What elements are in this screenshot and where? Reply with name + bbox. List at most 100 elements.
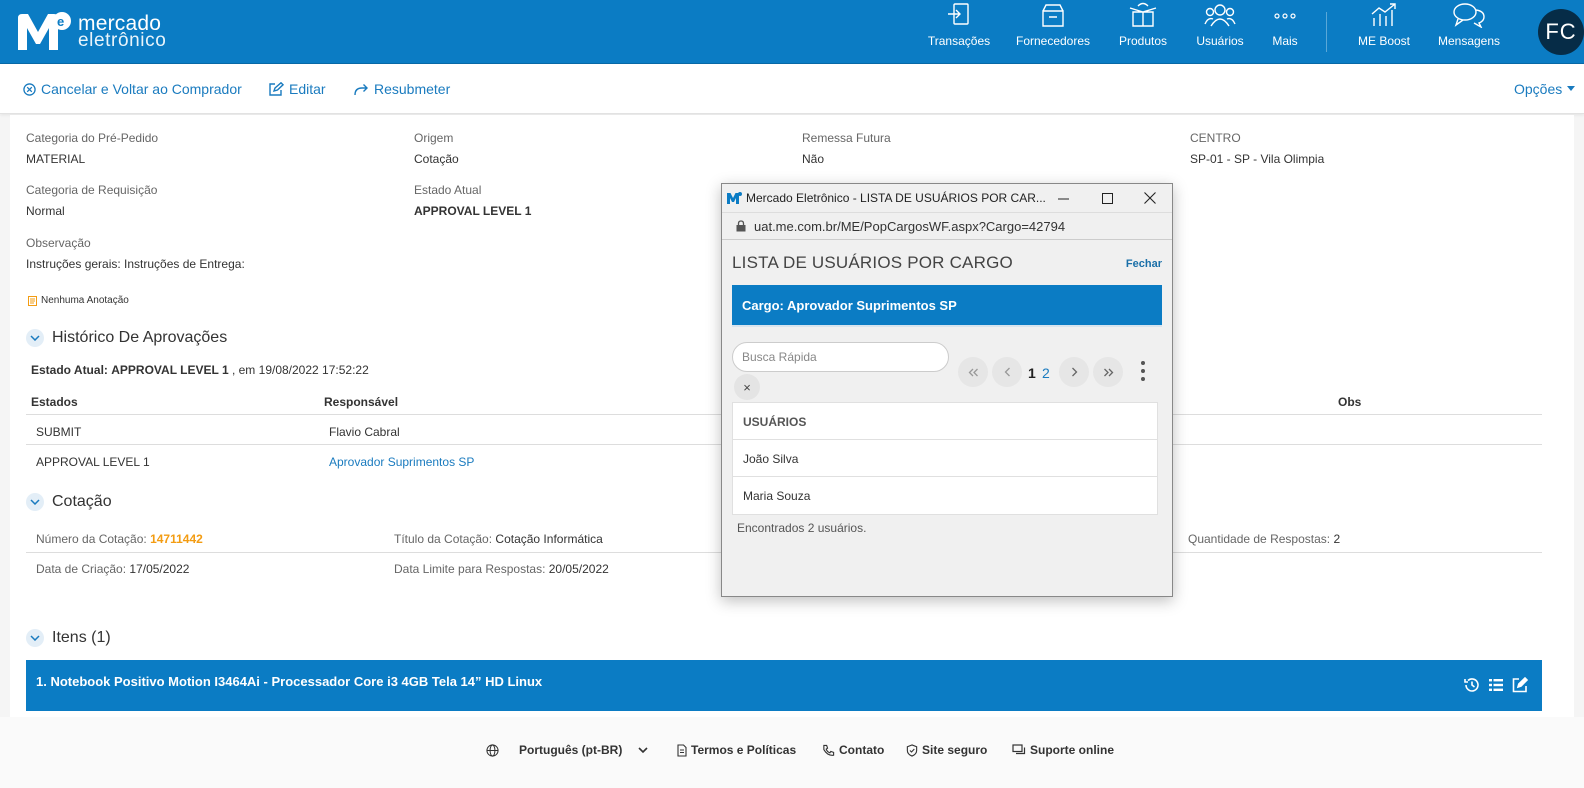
history-title: Histórico De Aprovações bbox=[52, 329, 228, 346]
cotacao-titulo-value: Cotação Informática bbox=[495, 532, 603, 546]
nav-fornecedores[interactable]: Fornecedores bbox=[1015, 0, 1091, 52]
nav-mensagens[interactable]: Mensagens bbox=[1437, 0, 1501, 52]
nav-transacoes[interactable]: Transações bbox=[927, 0, 991, 52]
chevron-down-icon bbox=[26, 493, 44, 511]
origem-value: Cotação bbox=[414, 152, 459, 166]
users-list: USUÁRIOS João Silva Maria Souza bbox=[732, 402, 1158, 515]
origem-label: Origem bbox=[414, 131, 454, 145]
user-avatar[interactable]: FC bbox=[1538, 9, 1584, 55]
estado-value: APPROVAL LEVEL 1 bbox=[414, 204, 532, 218]
nav-label: Mais bbox=[1272, 34, 1298, 48]
cargo-bar: Cargo: Aprovador Suprimentos SP bbox=[732, 285, 1162, 327]
action-bar: Cancelar e Voltar ao Comprador Editar Re… bbox=[0, 64, 1584, 114]
window-close-button[interactable] bbox=[1128, 184, 1172, 212]
cotacao-criacao: Data de Criação: 17/05/2022 bbox=[36, 562, 189, 576]
secure-site-label: Site seguro bbox=[922, 743, 988, 757]
annotation-label: Nenhuma Anotação bbox=[41, 295, 129, 306]
list-icon[interactable] bbox=[1488, 677, 1504, 693]
last-page-button[interactable] bbox=[1093, 357, 1123, 387]
history-icon[interactable] bbox=[1464, 677, 1480, 693]
double-chevron-right-icon bbox=[1103, 368, 1113, 376]
edit-button[interactable]: Editar bbox=[269, 81, 326, 97]
footer: Português (pt-BR) Termos e Políticas Con… bbox=[0, 717, 1584, 788]
contact-link[interactable]: Contato bbox=[822, 743, 884, 757]
annotation-link[interactable]: Nenhuma Anotação bbox=[28, 295, 129, 306]
nav-usuarios[interactable]: Usuários bbox=[1195, 0, 1245, 52]
popup-close-link[interactable]: Fechar bbox=[1126, 258, 1162, 270]
resubmit-button[interactable]: Resubmeter bbox=[354, 81, 450, 97]
cotacao-titulo: Título da Cotação: Cotação Informática bbox=[394, 532, 603, 546]
history-row-2-responsavel-link[interactable]: Aprovador Suprimentos SP bbox=[329, 455, 474, 469]
cotacao-qtd-value: 2 bbox=[1333, 532, 1341, 546]
top-navbar: e mercado eletrônico Transações Forneced… bbox=[0, 0, 1584, 64]
categoria-pre-label: Categoria do Pré-Pedido bbox=[26, 131, 159, 145]
cotacao-limite-value: 20/05/2022 bbox=[548, 562, 609, 576]
nav-label: Transações bbox=[927, 34, 991, 48]
list-item[interactable]: Maria Souza bbox=[733, 477, 1157, 514]
cotacao-numero: Número da Cotação: 14711442 bbox=[36, 532, 203, 546]
chart-icon bbox=[1371, 3, 1396, 26]
users-icon bbox=[1204, 4, 1236, 27]
centro-value: SP-01 - SP - Vila Olimpia bbox=[1190, 152, 1325, 166]
history-row-2-estado: APPROVAL LEVEL 1 bbox=[36, 455, 150, 469]
mercado-eletronico-favicon-icon bbox=[727, 192, 742, 204]
item-title: 1. Notebook Positivo Motion I3464Ai - Pr… bbox=[36, 674, 543, 689]
list-item[interactable]: João Silva bbox=[733, 440, 1157, 477]
popup-body: LISTA DE USUÁRIOS POR CARGO Fechar Cargo… bbox=[722, 241, 1172, 596]
kebab-menu-icon[interactable] bbox=[1140, 361, 1146, 381]
maximize-icon bbox=[1101, 192, 1113, 204]
categoria-pre-value: MATERIAL bbox=[26, 152, 86, 166]
first-page-button[interactable] bbox=[958, 357, 988, 387]
col-estados: Estados bbox=[31, 395, 78, 409]
cotacao-numero-label: Número da Cotação: bbox=[36, 532, 147, 546]
options-dropdown[interactable]: Opções bbox=[1514, 81, 1576, 97]
nav-mais[interactable]: Mais bbox=[1270, 0, 1300, 52]
chevron-down-icon bbox=[26, 629, 44, 647]
double-chevron-left-icon bbox=[968, 368, 978, 376]
popup-address-bar[interactable]: uat.me.com.br/ME/PopCargosWF.aspx?Cargo=… bbox=[722, 212, 1172, 240]
history-status: Estado Atual: APPROVAL LEVEL 1 , em 19/0… bbox=[31, 363, 369, 377]
mercado-eletronico-logo-icon: e bbox=[16, 12, 72, 52]
cotacao-numero-link[interactable]: 14711442 bbox=[150, 532, 203, 546]
cotacao-limite-label: Data Limite para Respostas: bbox=[394, 562, 546, 576]
col-obs: Obs bbox=[1338, 395, 1362, 409]
cotacao-qtd: Quantidade de Respostas: 2 bbox=[1188, 532, 1340, 546]
cotacao-section-toggle[interactable]: Cotação bbox=[26, 493, 112, 511]
terms-label: Termos e Políticas bbox=[691, 743, 797, 757]
history-section-toggle[interactable]: Histórico De Aprovações bbox=[26, 329, 227, 347]
logo[interactable]: e mercado eletrônico bbox=[16, 12, 166, 52]
centro-label: CENTRO bbox=[1190, 131, 1241, 145]
terms-link[interactable]: Termos e Políticas bbox=[677, 743, 796, 757]
edit-icon[interactable] bbox=[1512, 677, 1528, 693]
chevron-down-icon bbox=[638, 746, 648, 753]
clear-search-button[interactable]: × bbox=[734, 374, 760, 400]
cotacao-criacao-label: Data de Criação: bbox=[36, 562, 127, 576]
online-support-link[interactable]: Suporte online bbox=[1012, 743, 1114, 757]
nav-label: Produtos bbox=[1118, 34, 1168, 48]
secure-site-link[interactable]: Site seguro bbox=[906, 743, 987, 757]
item-row[interactable]: 1. Notebook Positivo Motion I3464Ai - Pr… bbox=[26, 660, 1542, 711]
categoria-req-label: Categoria de Requisição bbox=[26, 183, 158, 197]
edit-icon bbox=[269, 82, 284, 96]
itens-section-toggle[interactable]: Itens (1) bbox=[26, 629, 111, 647]
cancel-return-button[interactable]: Cancelar e Voltar ao Comprador bbox=[23, 81, 242, 97]
page-1-button[interactable]: 1 bbox=[1028, 365, 1036, 381]
minimize-button[interactable] bbox=[1041, 184, 1085, 212]
col-responsavel: Responsável bbox=[324, 395, 399, 409]
popup-window-title: Mercado Eletrônico - LISTA DE USUÁRIOS P… bbox=[746, 191, 1046, 205]
page-2-button[interactable]: 2 bbox=[1042, 365, 1050, 381]
prev-page-button[interactable] bbox=[992, 357, 1022, 387]
nav-produtos[interactable]: Produtos bbox=[1118, 0, 1168, 52]
observacao-label: Observação bbox=[26, 236, 91, 250]
nav-me-boost[interactable]: ME Boost bbox=[1357, 0, 1411, 52]
quick-search-input[interactable]: Busca Rápida bbox=[732, 342, 949, 372]
language-selector[interactable]: Português (pt-BR) bbox=[486, 743, 648, 757]
next-page-button[interactable] bbox=[1059, 357, 1089, 387]
users-list-header: USUÁRIOS bbox=[733, 403, 1157, 440]
itens-title: Itens (1) bbox=[52, 629, 111, 646]
popup-titlebar[interactable]: Mercado Eletrônico - LISTA DE USUÁRIOS P… bbox=[722, 184, 1172, 212]
nav-label: Fornecedores bbox=[1015, 34, 1091, 48]
maximize-button[interactable] bbox=[1085, 184, 1129, 212]
popup-heading: LISTA DE USUÁRIOS POR CARGO bbox=[732, 253, 1013, 272]
categoria-req-value: Normal bbox=[26, 204, 65, 218]
